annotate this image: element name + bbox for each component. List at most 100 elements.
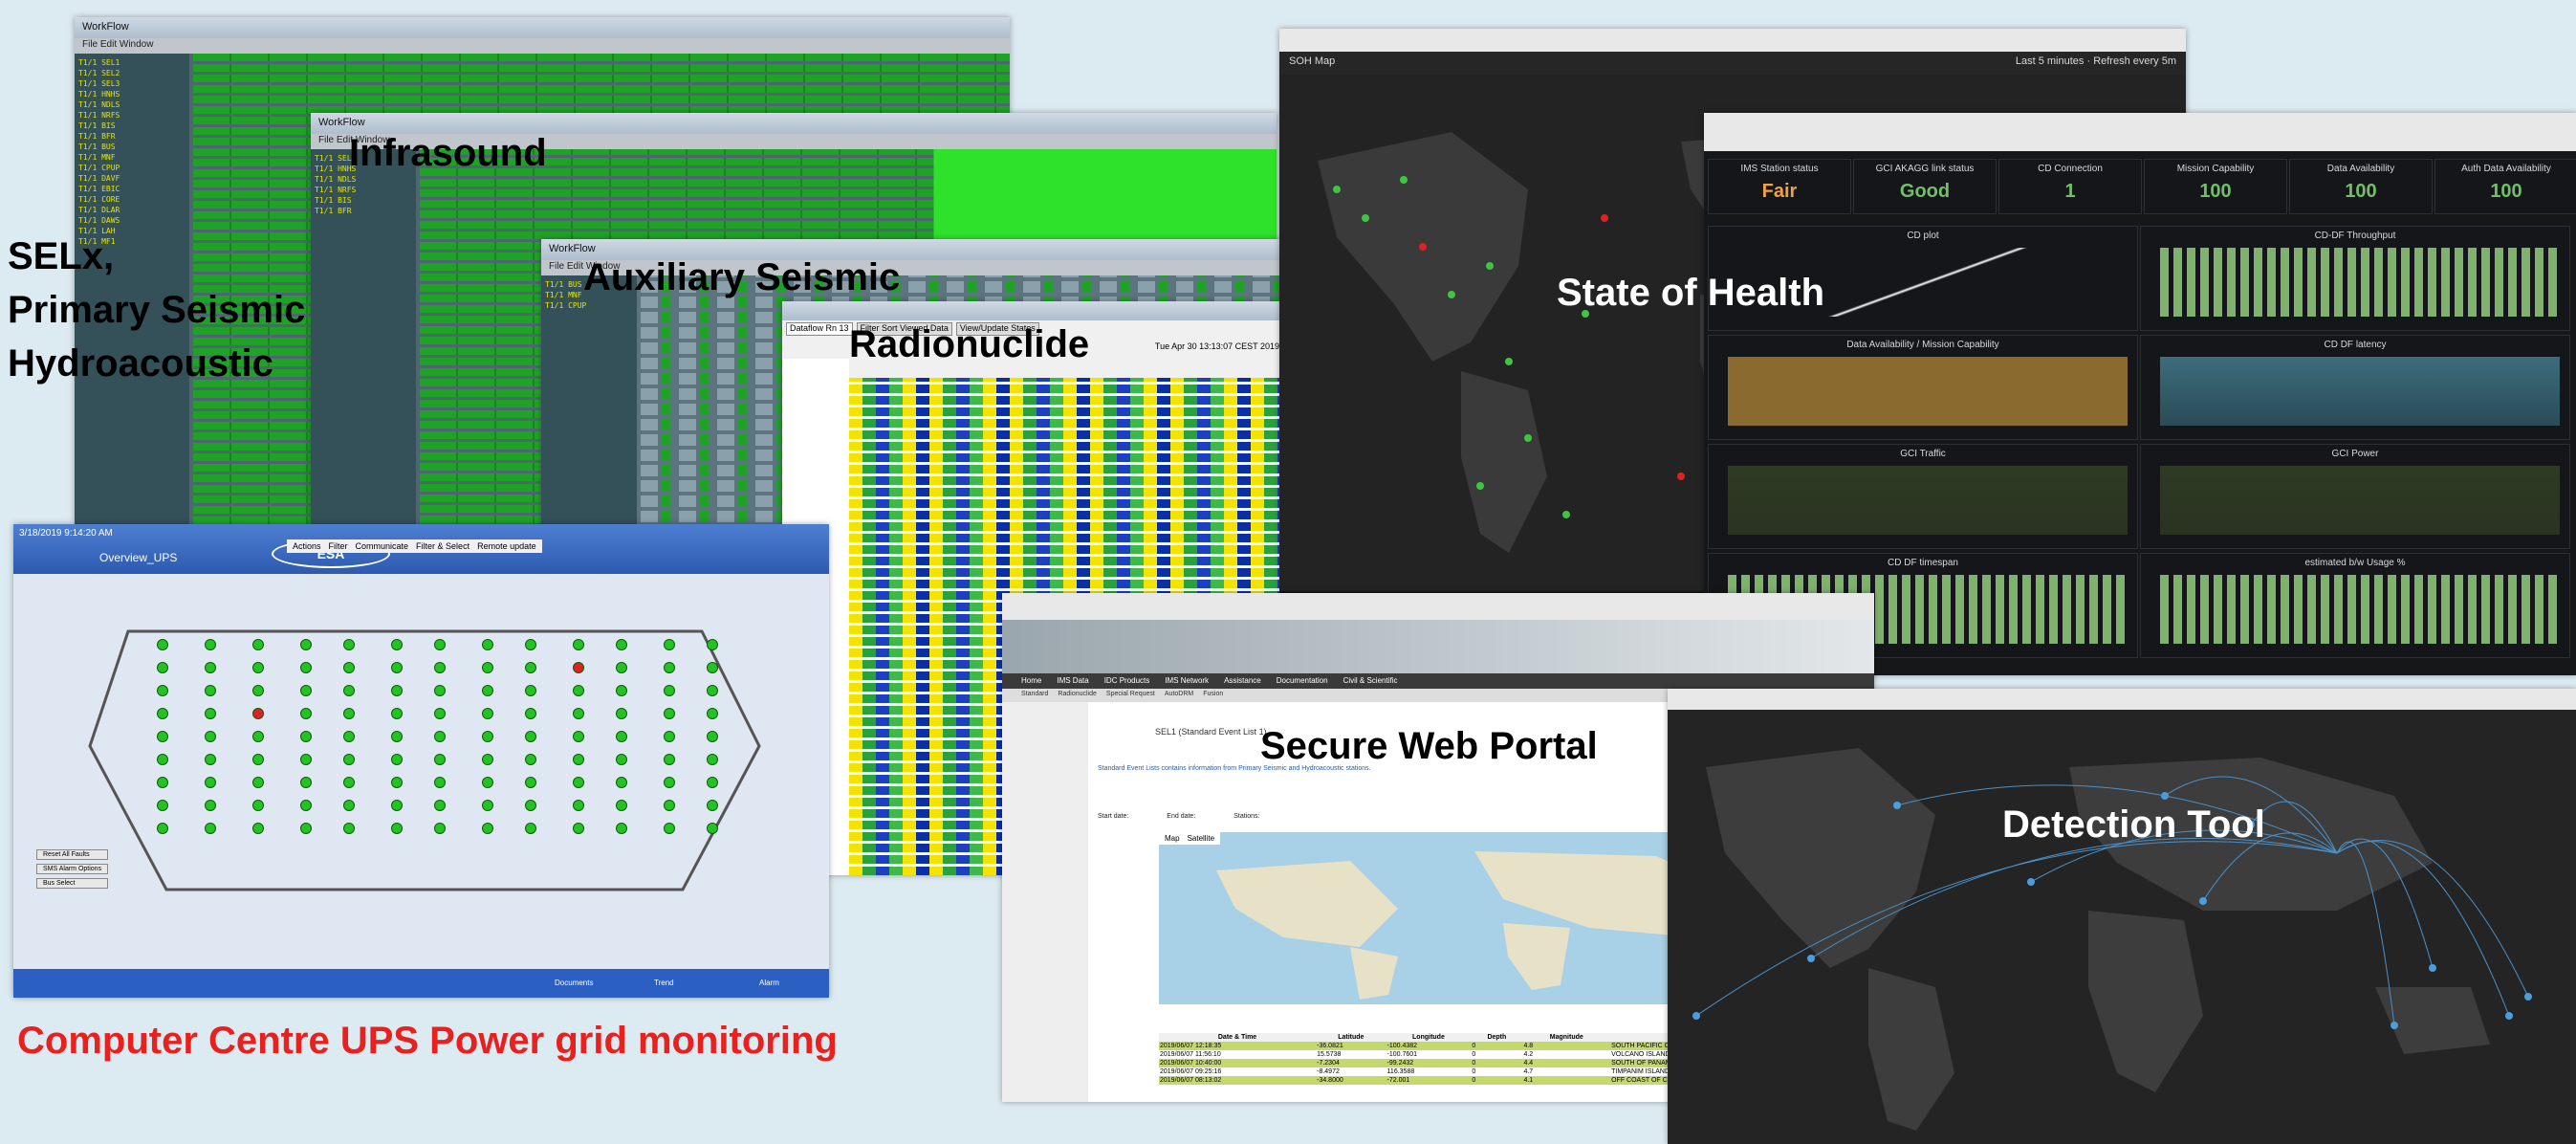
list-item[interactable]: T1/1 SEL3 xyxy=(78,78,186,89)
window-titlebar[interactable]: WorkFlow xyxy=(311,113,1277,134)
subnav-fusion[interactable]: Fusion xyxy=(1203,691,1223,700)
station-marker[interactable] xyxy=(1677,473,1685,480)
ups-node-indicator[interactable] xyxy=(482,639,493,650)
ups-node-indicator[interactable] xyxy=(664,777,675,788)
ups-node-indicator[interactable] xyxy=(252,731,264,742)
ups-node-indicator[interactable] xyxy=(300,754,312,765)
ups-node-indicator[interactable] xyxy=(707,708,718,719)
ups-node-indicator[interactable] xyxy=(573,731,584,742)
ups-node-indicator[interactable] xyxy=(482,662,493,673)
ups-node-indicator[interactable] xyxy=(300,708,312,719)
list-item[interactable]: T1/1 SEL2 xyxy=(78,68,186,78)
station-marker[interactable] xyxy=(1400,176,1408,184)
ups-node-indicator[interactable] xyxy=(205,754,216,765)
ups-node-indicator[interactable] xyxy=(573,639,584,650)
soh-dashboard-window[interactable]: IMS Station status Fair GCI AKAGG link sta… xyxy=(1704,113,2576,675)
ups-node-indicator[interactable] xyxy=(391,662,403,673)
ups-node-indicator[interactable] xyxy=(482,731,493,742)
ups-node-indicator[interactable] xyxy=(343,823,355,834)
ups-node-indicator[interactable] xyxy=(664,639,675,650)
ups-node-indicator[interactable] xyxy=(664,754,675,765)
documents-link[interactable]: Documents xyxy=(555,979,593,987)
ups-node-indicator[interactable] xyxy=(391,731,403,742)
ups-node-indicator[interactable] xyxy=(616,639,627,650)
list-item[interactable]: T1/1 HNHS xyxy=(78,89,186,99)
ups-node-indicator[interactable] xyxy=(434,731,446,742)
ups-node-indicator[interactable] xyxy=(707,777,718,788)
station-marker[interactable] xyxy=(1333,186,1341,193)
ups-node-indicator[interactable] xyxy=(664,662,675,673)
ups-node-indicator[interactable] xyxy=(616,823,627,834)
subnav-autodrm[interactable]: AutoDRM xyxy=(1165,691,1193,700)
ups-node-indicator[interactable] xyxy=(616,754,627,765)
list-item[interactable]: T1/1 NRFS xyxy=(78,110,186,121)
ups-node-indicator[interactable] xyxy=(343,639,355,650)
ups-node-indicator[interactable] xyxy=(252,662,264,673)
ups-node-indicator[interactable] xyxy=(525,754,536,765)
list-item[interactable]: T1/1 NDLS xyxy=(78,99,186,110)
ups-node-indicator[interactable] xyxy=(482,685,493,696)
ups-node-indicator[interactable] xyxy=(525,685,536,696)
tab-dataflow[interactable]: Dataflow Rn 13 xyxy=(786,322,853,336)
ups-node-indicator[interactable] xyxy=(525,662,536,673)
ups-node-indicator[interactable] xyxy=(157,662,168,673)
soh-stat-card[interactable]: IMS Station status Fair xyxy=(1708,159,1851,214)
window-titlebar[interactable]: WorkFlow xyxy=(75,17,1010,38)
ups-node-indicator[interactable] xyxy=(205,800,216,811)
ups-node-indicator[interactable] xyxy=(157,800,168,811)
ups-node-indicator[interactable] xyxy=(300,823,312,834)
ups-node-indicator[interactable] xyxy=(205,662,216,673)
station-marker[interactable] xyxy=(1362,214,1369,222)
ups-node-indicator[interactable] xyxy=(482,708,493,719)
list-item[interactable]: T1/1 CORE xyxy=(78,194,186,205)
nav-ims-data[interactable]: IMS Data xyxy=(1057,676,1088,686)
ups-node-indicator[interactable] xyxy=(664,685,675,696)
nav-assistance[interactable]: Assistance xyxy=(1224,676,1261,686)
ups-node-indicator[interactable] xyxy=(707,823,718,834)
ups-node-indicator[interactable] xyxy=(525,777,536,788)
col-magnitude[interactable]: Magnitude xyxy=(1522,1033,1610,1042)
ups-node-indicator[interactable] xyxy=(300,662,312,673)
ups-node-indicator[interactable] xyxy=(391,685,403,696)
ups-node-indicator[interactable] xyxy=(434,708,446,719)
ups-node-indicator[interactable] xyxy=(300,800,312,811)
detection-station[interactable] xyxy=(2027,878,2035,886)
alarm-link[interactable]: Alarm xyxy=(759,979,779,987)
station-marker[interactable] xyxy=(1601,214,1608,222)
ups-node-indicator[interactable] xyxy=(525,800,536,811)
ups-node-indicator[interactable] xyxy=(434,754,446,765)
ups-node-indicator[interactable] xyxy=(343,685,355,696)
ups-node-indicator[interactable] xyxy=(707,800,718,811)
detection-station[interactable] xyxy=(2429,964,2436,972)
list-item[interactable]: T1/1 EBIC xyxy=(78,184,186,194)
soh-chart-panel[interactable]: CD-DF Throughput xyxy=(2140,226,2570,331)
ups-node-indicator[interactable] xyxy=(157,708,168,719)
toolbar-communicate[interactable]: Communicate xyxy=(356,541,409,551)
ups-node-indicator[interactable] xyxy=(205,708,216,719)
ups-node-indicator[interactable] xyxy=(707,662,718,673)
ups-node-indicator[interactable] xyxy=(616,731,627,742)
ups-node-indicator[interactable] xyxy=(525,823,536,834)
ups-node-indicator[interactable] xyxy=(664,800,675,811)
detection-station[interactable] xyxy=(2390,1022,2398,1029)
ups-node-indicator[interactable] xyxy=(482,800,493,811)
soh-time-range[interactable]: Last 5 minutes · Refresh every 5m xyxy=(2016,55,2176,71)
soh-stat-card[interactable]: Mission Capability 100 xyxy=(2144,159,2287,214)
ups-node-indicator[interactable] xyxy=(205,639,216,650)
ups-node-indicator[interactable] xyxy=(434,662,446,673)
station-marker[interactable] xyxy=(1419,243,1427,251)
ups-node-indicator[interactable] xyxy=(616,662,627,673)
ups-node-indicator[interactable] xyxy=(664,731,675,742)
ups-node-indicator[interactable] xyxy=(252,708,264,719)
station-marker[interactable] xyxy=(1486,262,1494,270)
detection-station[interactable] xyxy=(1893,802,1901,809)
nav-documentation[interactable]: Documentation xyxy=(1277,676,1328,686)
window-titlebar[interactable] xyxy=(782,301,1289,320)
nav-idc-products[interactable]: IDC Products xyxy=(1104,676,1150,686)
list-item[interactable]: T1/1 BIS xyxy=(315,195,412,206)
ups-node-indicator[interactable] xyxy=(300,777,312,788)
col-depth[interactable]: Depth xyxy=(1471,1033,1522,1042)
list-item[interactable]: T1/1 DLAR xyxy=(78,205,186,215)
nav-ims-network[interactable]: IMS Network xyxy=(1165,676,1209,686)
ups-node-indicator[interactable] xyxy=(157,754,168,765)
